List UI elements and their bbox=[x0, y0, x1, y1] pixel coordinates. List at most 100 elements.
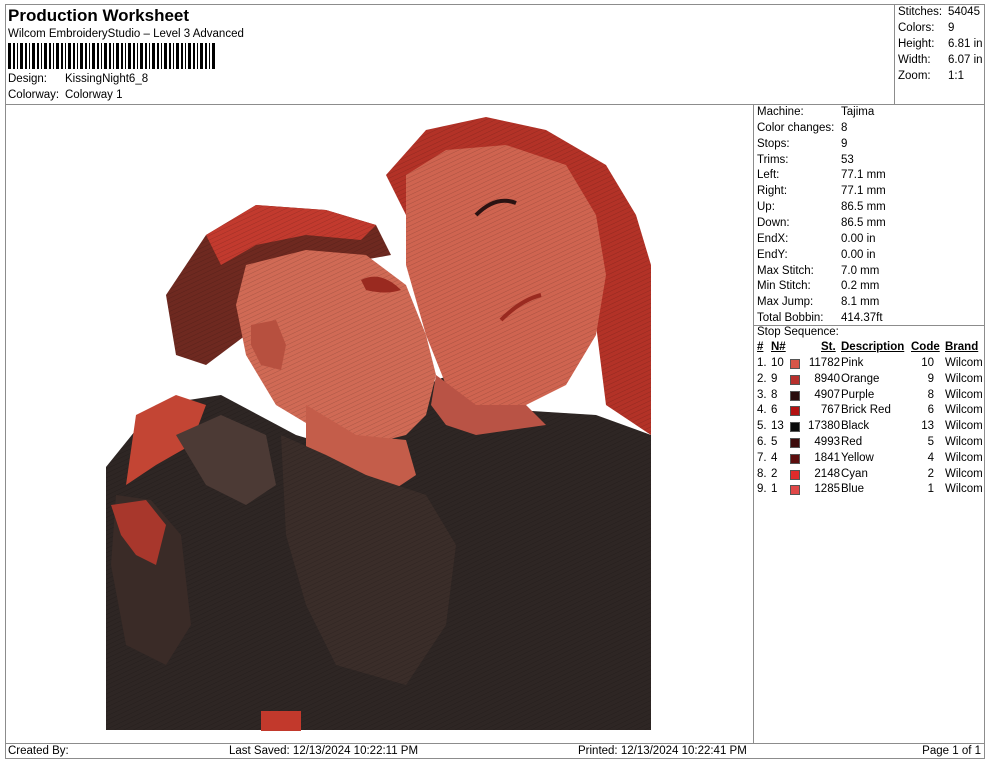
table-header: # N# St. Description Code Brand bbox=[754, 341, 986, 357]
page-number: Page 1 of 1 bbox=[922, 745, 981, 757]
col-header-description: Description bbox=[841, 341, 905, 353]
barcode-bar bbox=[92, 43, 95, 69]
table-row: 5. 13 17380 Black 13 Wilcom bbox=[754, 420, 986, 436]
barcode-bar bbox=[20, 43, 23, 69]
stat-row: Height: 6.81 in bbox=[898, 38, 983, 50]
barcode-bar bbox=[173, 43, 174, 69]
barcode-bar bbox=[77, 43, 78, 69]
cell-needle: 2 bbox=[771, 467, 778, 480]
barcode-bar bbox=[205, 43, 207, 69]
cell-needle: 5 bbox=[771, 436, 778, 448]
cell-brand: Wilcom bbox=[945, 436, 983, 448]
cell-index: 1. bbox=[757, 357, 767, 369]
cell-needle: 13 bbox=[771, 420, 784, 433]
barcode-bar bbox=[145, 43, 147, 69]
col-header-needle: N# bbox=[771, 341, 786, 353]
barcode-bar bbox=[89, 43, 90, 69]
cell-stitches: 2148 bbox=[814, 467, 840, 480]
embroidery-design-preview bbox=[106, 117, 651, 731]
barcode-bar bbox=[137, 43, 138, 69]
table-row: 7. 4 1841 Yellow 4 Wilcom bbox=[754, 452, 986, 468]
software-subtitle: Wilcom EmbroideryStudio – Level 3 Advanc… bbox=[8, 28, 244, 40]
cell-needle: 8 bbox=[771, 388, 778, 401]
barcode-bar bbox=[157, 43, 159, 69]
info-row: Right: 77.1 mm bbox=[757, 185, 886, 197]
color-swatch bbox=[790, 422, 800, 433]
cell-index: 3. bbox=[757, 388, 767, 401]
stat-row: Zoom: 1:1 bbox=[898, 70, 964, 82]
col-header-stitches: St. bbox=[821, 341, 836, 353]
cell-description: Brick Red bbox=[841, 404, 891, 417]
table-row: 3. 8 4907 Purple 8 Wilcom bbox=[754, 389, 986, 405]
cell-brand: Wilcom bbox=[945, 483, 983, 496]
cell-index: 2. bbox=[757, 372, 767, 385]
barcode-bar bbox=[73, 43, 75, 69]
table-row: 8. 2 2148 Cyan 2 Wilcom bbox=[754, 468, 986, 484]
barcode-bar bbox=[149, 43, 150, 69]
cell-needle: 9 bbox=[771, 372, 778, 385]
stat-row: Colors: 9 bbox=[898, 22, 955, 34]
barcode-bar bbox=[32, 43, 35, 69]
cell-brand: Wilcom bbox=[945, 357, 983, 369]
barcode-bar bbox=[212, 43, 215, 69]
color-swatch bbox=[790, 453, 800, 464]
info-row: Min Stitch: 0.2 mm bbox=[757, 280, 880, 292]
barcode-bar bbox=[109, 43, 111, 69]
cell-description: Pink bbox=[841, 357, 864, 369]
cell-code: 8 bbox=[927, 388, 934, 401]
info-row: Max Jump: 8.1 mm bbox=[757, 296, 880, 308]
barcode-bar bbox=[56, 43, 59, 69]
barcode-bar bbox=[104, 43, 107, 69]
cell-code: 4 bbox=[927, 451, 934, 464]
cell-code: 10 bbox=[921, 357, 934, 369]
cell-code: 13 bbox=[921, 420, 934, 433]
created-by: Created By: bbox=[8, 745, 69, 757]
bottom-red-patch bbox=[261, 711, 301, 731]
cell-code: 9 bbox=[927, 372, 934, 385]
cell-description: Red bbox=[841, 436, 863, 448]
color-swatch bbox=[790, 390, 800, 401]
barcode-bar bbox=[85, 43, 87, 69]
cell-code: 5 bbox=[927, 436, 934, 448]
page-title: Production Worksheet bbox=[8, 6, 190, 25]
barcode-bar bbox=[116, 43, 119, 69]
info-row: EndX: 0.00 in bbox=[757, 233, 876, 245]
cell-brand: Wilcom bbox=[945, 467, 983, 480]
barcode-bar bbox=[152, 43, 155, 69]
barcode-bar bbox=[41, 43, 42, 69]
stat-row: Width: 6.07 in bbox=[898, 54, 983, 66]
barcode-bar bbox=[164, 43, 167, 69]
cell-code: 1 bbox=[927, 483, 934, 496]
barcode-bar bbox=[80, 43, 83, 69]
barcode-bar bbox=[181, 43, 183, 69]
barcode-bar bbox=[68, 43, 71, 69]
cell-code: 2 bbox=[927, 467, 934, 480]
info-row: Up: 86.5 mm bbox=[757, 201, 886, 213]
color-swatch bbox=[790, 469, 800, 480]
barcode-bar bbox=[185, 43, 186, 69]
barcode-bar bbox=[97, 43, 99, 69]
info-row: Stops: 9 bbox=[757, 138, 848, 150]
barcode-bar bbox=[65, 43, 66, 69]
cell-stitches: 17380 bbox=[808, 420, 840, 433]
info-row: Left: 77.1 mm bbox=[757, 169, 886, 181]
cell-stitches: 11782 bbox=[808, 357, 840, 369]
barcode-bar bbox=[44, 43, 47, 69]
col-header-code: Code bbox=[911, 341, 940, 353]
info-row: Down: 86.5 mm bbox=[757, 217, 886, 229]
cell-stitches: 8940 bbox=[814, 372, 840, 385]
cell-needle: 4 bbox=[771, 451, 778, 464]
barcode-bar bbox=[49, 43, 51, 69]
col-header-index: # bbox=[757, 341, 764, 353]
design-value: KissingNight6_8 bbox=[65, 73, 149, 85]
barcode-bar bbox=[13, 43, 15, 69]
cell-description: Purple bbox=[841, 388, 875, 401]
cell-brand: Wilcom bbox=[945, 372, 983, 385]
barcode-bar bbox=[209, 43, 210, 69]
barcode-bar bbox=[125, 43, 126, 69]
col-header-brand: Brand bbox=[945, 341, 979, 353]
color-swatch bbox=[790, 406, 800, 417]
cell-index: 9. bbox=[757, 483, 767, 496]
barcode-bar bbox=[176, 43, 179, 69]
cell-brand: Wilcom bbox=[945, 404, 983, 417]
